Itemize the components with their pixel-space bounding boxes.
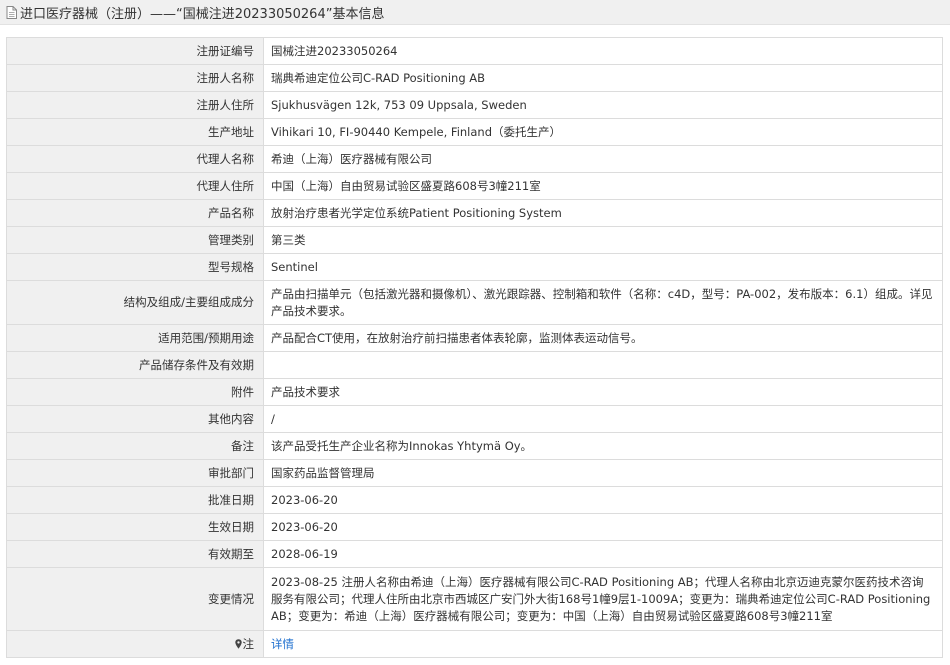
- row-value: 国家药品监督管理局: [263, 459, 943, 487]
- row-label: 适用范围/预期用途: [6, 324, 264, 352]
- table-row: 审批部门 国家药品监督管理局: [6, 459, 943, 487]
- row-label: 注册证编号: [6, 37, 264, 65]
- row-value: 放射治疗患者光学定位系统Patient Positioning System: [263, 199, 943, 227]
- table-row: 有效期至 2028-06-19: [6, 540, 943, 568]
- row-label: 产品储存条件及有效期: [6, 351, 264, 379]
- row-label: 管理类别: [6, 226, 264, 254]
- table-row: 注册证编号 国械注进20233050264: [6, 37, 943, 65]
- info-table: 注册证编号 国械注进20233050264 注册人名称 瑞典希迪定位公司C-RA…: [6, 37, 943, 658]
- table-row: 适用范围/预期用途 产品配合CT使用，在放射治疗前扫描患者体表轮廓，监测体表运动…: [6, 324, 943, 352]
- row-value: 中国（上海）自由贸易试验区盛夏路608号3幢211室: [263, 172, 943, 200]
- row-label: 审批部门: [6, 459, 264, 487]
- note-label-cell: 注: [6, 630, 264, 658]
- row-value: Sjukhusvägen 12k, 753 09 Uppsala, Sweden: [263, 91, 943, 119]
- row-label: 代理人住所: [6, 172, 264, 200]
- row-value: 产品配合CT使用，在放射治疗前扫描患者体表轮廓，监测体表运动信号。: [263, 324, 943, 352]
- table-row: 注册人名称 瑞典希迪定位公司C-RAD Positioning AB: [6, 64, 943, 92]
- table-row: 注册人住所 Sjukhusvägen 12k, 753 09 Uppsala, …: [6, 91, 943, 119]
- row-value: 瑞典希迪定位公司C-RAD Positioning AB: [263, 64, 943, 92]
- table-row: 代理人住所 中国（上海）自由贸易试验区盛夏路608号3幢211室: [6, 172, 943, 200]
- table-row: 生产地址 Vihikari 10, FI-90440 Kempele, Finl…: [6, 118, 943, 146]
- row-value: 2023-06-20: [263, 513, 943, 541]
- detail-link[interactable]: 详情: [271, 637, 294, 651]
- row-value: 2028-06-19: [263, 540, 943, 568]
- table-row: 其他内容 /: [6, 405, 943, 433]
- row-value: 2023-08-25 注册人名称由希迪（上海）医疗器械有限公司C-RAD Pos…: [263, 567, 943, 631]
- table-row: 产品储存条件及有效期: [6, 351, 943, 379]
- row-label: 型号规格: [6, 253, 264, 281]
- row-label: 附件: [6, 378, 264, 406]
- row-label: 注册人住所: [6, 91, 264, 119]
- table-row: 结构及组成/主要组成成分 产品由扫描单元（包括激光器和摄像机）、激光跟踪器、控制…: [6, 280, 943, 325]
- row-value: [263, 351, 943, 379]
- page-header: 进口医疗器械（注册）——“国械注进20233050264”基本信息: [0, 0, 950, 25]
- table-row: 附件 产品技术要求: [6, 378, 943, 406]
- table-row: 管理类别 第三类: [6, 226, 943, 254]
- page-title: 进口医疗器械（注册）——“国械注进20233050264”基本信息: [20, 6, 385, 22]
- table-row: 批准日期 2023-06-20: [6, 486, 943, 514]
- table-row: 变更情况 2023-08-25 注册人名称由希迪（上海）医疗器械有限公司C-RA…: [6, 567, 943, 631]
- row-value: Vihikari 10, FI-90440 Kempele, Finland（委…: [263, 118, 943, 146]
- row-value: 第三类: [263, 226, 943, 254]
- table-row: 生效日期 2023-06-20: [6, 513, 943, 541]
- row-value: 产品由扫描单元（包括激光器和摄像机）、激光跟踪器、控制箱和软件（名称：c4D，型…: [263, 280, 943, 325]
- row-value: /: [263, 405, 943, 433]
- row-value: 产品技术要求: [263, 378, 943, 406]
- document-icon: [6, 5, 17, 19]
- table-row: 型号规格 Sentinel: [6, 253, 943, 281]
- row-label: 结构及组成/主要组成成分: [6, 280, 264, 325]
- row-label: 备注: [6, 432, 264, 460]
- note-label: 注: [242, 636, 255, 651]
- row-value: 2023-06-20: [263, 486, 943, 514]
- row-label: 变更情况: [6, 567, 264, 631]
- map-pin-icon: [234, 638, 242, 649]
- row-value: Sentinel: [263, 253, 943, 281]
- row-label: 生效日期: [6, 513, 264, 541]
- note-row: 注 详情: [6, 630, 943, 658]
- row-value: 希迪（上海）医疗器械有限公司: [263, 145, 943, 173]
- row-label: 生产地址: [6, 118, 264, 146]
- row-value: 国械注进20233050264: [263, 37, 943, 65]
- row-label: 有效期至: [6, 540, 264, 568]
- row-value: 该产品受托生产企业名称为Innokas Yhtymä Oy。: [263, 432, 943, 460]
- row-label: 批准日期: [6, 486, 264, 514]
- table-row: 代理人名称 希迪（上海）医疗器械有限公司: [6, 145, 943, 173]
- row-label: 其他内容: [6, 405, 264, 433]
- note-value: 详情: [263, 630, 943, 658]
- row-label: 注册人名称: [6, 64, 264, 92]
- row-label: 代理人名称: [6, 145, 264, 173]
- row-label: 产品名称: [6, 199, 264, 227]
- table-row: 备注 该产品受托生产企业名称为Innokas Yhtymä Oy。: [6, 432, 943, 460]
- table-row: 产品名称 放射治疗患者光学定位系统Patient Positioning Sys…: [6, 199, 943, 227]
